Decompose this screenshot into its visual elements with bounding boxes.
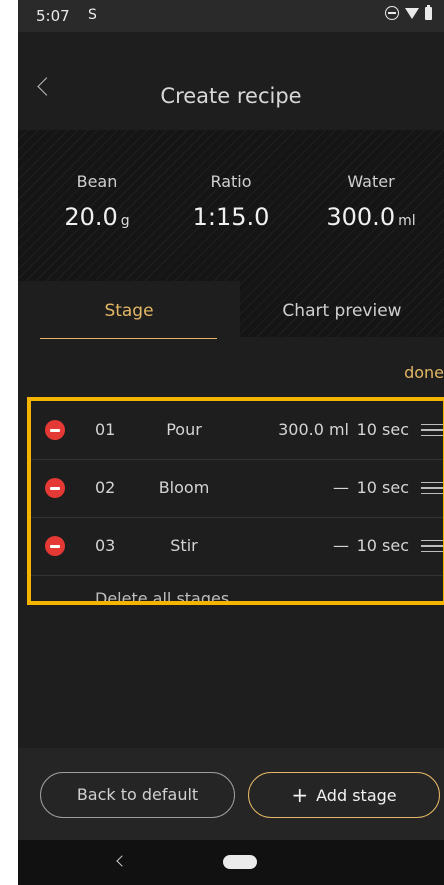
status-time: 5:07	[36, 7, 70, 25]
water-unit: ml	[398, 213, 416, 229]
bean-value-row: 20.0 g	[37, 203, 157, 231]
bottom-action-bar: Back to default + Add stage	[18, 748, 444, 840]
ratio-metric[interactable]: Ratio 1:15.0	[171, 172, 291, 231]
ratio-label: Ratio	[210, 172, 252, 191]
wifi-icon	[405, 7, 419, 19]
bean-label: Bean	[76, 172, 118, 191]
phone-screen: 5:07 S Create recipe Bean 20.0 g Ratio 1:…	[18, 0, 444, 885]
delete-all-stages-button[interactable]: Delete all stages	[95, 589, 229, 601]
nav-back-icon[interactable]	[116, 855, 128, 867]
bean-metric[interactable]: Bean 20.0 g	[37, 172, 157, 231]
ratio-value: 1:15.0	[192, 203, 270, 231]
stage-name: Stir	[170, 536, 198, 555]
add-stage-label: Add stage	[316, 786, 397, 805]
drag-handle-icon[interactable]	[421, 424, 443, 436]
stage-water: —	[333, 478, 349, 497]
plus-icon: +	[291, 783, 309, 807]
stage-number: 02	[95, 478, 116, 497]
status-icons	[385, 4, 432, 20]
remove-stage-icon[interactable]	[45, 478, 65, 498]
stage-row[interactable]: 02 Bloom — 10 sec	[31, 459, 443, 518]
add-stage-button[interactable]: + Add stage	[248, 772, 440, 818]
stage-time: 10 sec	[356, 536, 409, 555]
bean-unit: g	[120, 213, 130, 229]
stage-number: 01	[95, 420, 116, 439]
back-to-default-button[interactable]: Back to default	[40, 772, 235, 818]
stage-number: 03	[95, 536, 116, 555]
drag-handle-icon[interactable]	[421, 540, 443, 552]
remove-stage-icon[interactable]	[45, 536, 65, 556]
battery-icon	[425, 4, 432, 20]
water-metric[interactable]: Water 300.0 ml	[311, 172, 431, 231]
stage-row[interactable]: 03 Stir — 10 sec	[31, 517, 443, 576]
remove-stage-icon[interactable]	[45, 420, 65, 440]
stage-name: Bloom	[158, 478, 210, 497]
stage-list: 01 Pour 300.0 ml 10 sec 02 Bloom — 10 se…	[27, 397, 444, 605]
drag-handle-icon[interactable]	[421, 482, 443, 494]
stage-row[interactable]: 01 Pour 300.0 ml 10 sec	[31, 401, 443, 460]
stage-water: —	[333, 536, 349, 555]
do-not-disturb-icon	[385, 6, 399, 20]
done-button[interactable]: done	[404, 363, 444, 382]
nav-home-pill-icon[interactable]	[223, 855, 257, 869]
stage-time: 10 sec	[356, 478, 409, 497]
bean-value: 20.0	[64, 203, 118, 231]
tab-chart-preview-label: Chart preview	[282, 301, 402, 321]
water-value-row: 300.0 ml	[311, 203, 431, 231]
water-value: 300.0	[326, 203, 396, 231]
tab-chart-preview[interactable]: Chart preview	[240, 281, 444, 339]
app-bar: Create recipe	[18, 32, 444, 130]
stage-time: 10 sec	[356, 420, 409, 439]
notification-app-icon: S	[88, 7, 97, 23]
page-title: Create recipe	[160, 84, 302, 108]
active-tab-indicator	[40, 337, 217, 339]
water-label: Water	[347, 172, 395, 191]
tab-stage-label: Stage	[104, 301, 154, 321]
stage-name: Pour	[166, 420, 202, 439]
stage-water: 300.0 ml	[278, 420, 349, 439]
status-bar: 5:07 S	[18, 0, 444, 32]
system-navigation-bar	[18, 840, 444, 885]
tab-stage[interactable]: Stage	[18, 281, 240, 339]
